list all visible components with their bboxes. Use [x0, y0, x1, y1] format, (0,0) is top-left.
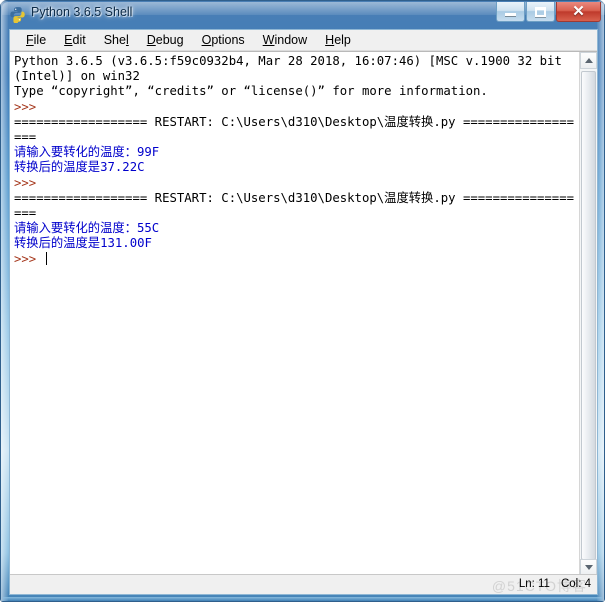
shell-line: 请输入要转化的温度：99F — [14, 145, 160, 160]
shell-line: >>> — [14, 175, 44, 190]
minimize-button[interactable] — [496, 2, 525, 22]
window-client-area: File Edit Shel Debug Options Window Help Pytho… — [9, 29, 598, 595]
status-bar: @51CTO博客 Ln: 11 Col: 4 — [10, 574, 597, 594]
menu-item-debug[interactable]: Debug — [138, 31, 193, 49]
shell-line: Python 3.6.5 (v3.6.5:f59c0932b4, Mar 28 … — [14, 54, 570, 84]
python-logo-icon — [10, 7, 25, 23]
title-bar[interactable]: Python 3.6.5 Shell ✕ — [1, 1, 605, 29]
shell-output[interactable]: Python 3.6.5 (v3.6.5:f59c0932b4, Mar 28 … — [10, 52, 579, 576]
menu-item-window[interactable]: Window — [254, 31, 316, 49]
maximize-button[interactable] — [526, 2, 555, 22]
menu-bar: File Edit Shel Debug Options Window Help — [10, 30, 597, 51]
close-button[interactable]: ✕ — [556, 2, 601, 22]
menu-item-help[interactable]: Help — [316, 31, 360, 49]
status-bar-right: Ln: 11 Col: 4 — [519, 578, 591, 590]
shell-line: 转换后的温度是37.22C — [14, 160, 145, 175]
close-icon: ✕ — [572, 3, 585, 20]
scroll-up-button[interactable] — [580, 52, 597, 69]
chevron-down-icon — [584, 565, 593, 570]
maximize-icon — [535, 6, 546, 17]
scrollbar-thumb[interactable] — [581, 71, 596, 560]
vertical-scrollbar[interactable] — [579, 52, 597, 576]
status-col-indicator: Col: 4 — [560, 578, 591, 590]
window-controls: ✕ — [496, 2, 601, 22]
shell-line: ================== RESTART: C:\Users\d31… — [14, 190, 575, 221]
shell-line: 请输入要转化的温度：55C — [14, 221, 160, 236]
window-glass-edge-right — [597, 1, 604, 601]
idle-shell-window: Python 3.6.5 Shell ✕ File Edit Shel Debug Op… — [0, 0, 605, 602]
shell-line: >>> — [14, 99, 44, 114]
window-glass-edge-left — [1, 1, 8, 601]
menu-item-shell[interactable]: Shel — [95, 31, 138, 49]
shell-line: 转换后的温度是131.00F — [14, 236, 152, 251]
menu-item-options[interactable]: Options — [193, 31, 254, 49]
minimize-icon — [505, 12, 516, 16]
status-line-indicator: Ln: 11 — [518, 578, 550, 590]
shell-text-area[interactable]: Python 3.6.5 (v3.6.5:f59c0932b4, Mar 28 … — [10, 51, 597, 576]
shell-line: >>> — [14, 251, 579, 267]
menu-item-edit[interactable]: Edit — [55, 31, 95, 49]
window-bottom-shadow — [3, 597, 602, 601]
window-title: Python 3.6.5 Shell — [31, 5, 133, 19]
shell-line: ================== RESTART: C:\Users\d31… — [14, 114, 575, 145]
shell-line: Type “copyright”, “credits” or “license(… — [14, 84, 488, 99]
chevron-up-icon — [584, 58, 593, 63]
menu-item-file[interactable]: File — [17, 31, 55, 49]
text-caret — [45, 251, 47, 265]
